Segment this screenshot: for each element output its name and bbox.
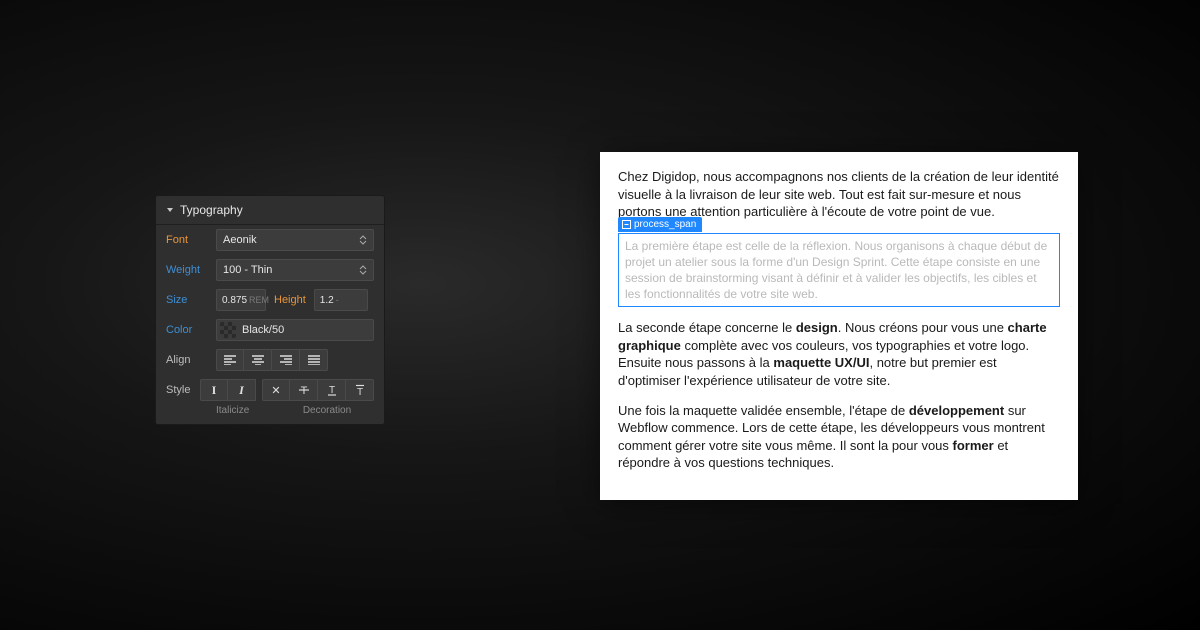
- overline-button[interactable]: T: [346, 379, 374, 401]
- strikethrough-button[interactable]: T: [290, 379, 318, 401]
- selected-element[interactable]: process_span La première étape est celle…: [618, 233, 1060, 308]
- align-center-button[interactable]: [244, 349, 272, 371]
- align-label: Align: [166, 354, 208, 366]
- strikethrough-icon: T: [298, 384, 310, 396]
- updown-icon: [359, 235, 367, 245]
- sublabel-italicize: Italicize: [216, 405, 280, 416]
- preview-paragraph-1: Chez Digidop, nous accompagnons nos clie…: [618, 168, 1060, 221]
- align-center-icon: [252, 355, 264, 365]
- style-group: I I ✕ T T T: [200, 379, 374, 401]
- underline-icon: T: [326, 384, 338, 396]
- align-justify-icon: [308, 355, 320, 365]
- size-label: Size: [166, 294, 208, 306]
- style-sublabels: Italicize Decoration: [156, 405, 384, 424]
- decoration-none-button[interactable]: ✕: [262, 379, 290, 401]
- selection-tag[interactable]: process_span: [618, 217, 702, 233]
- color-swatch-icon: [220, 322, 236, 338]
- weight-value: 100 - Thin: [223, 264, 272, 276]
- align-right-button[interactable]: [272, 349, 300, 371]
- weight-select[interactable]: 100 - Thin: [216, 259, 374, 281]
- align-right-icon: [280, 355, 292, 365]
- height-unit: -: [336, 295, 339, 305]
- svg-text:T: T: [356, 387, 362, 396]
- color-value: Black/50: [242, 324, 284, 336]
- italic-icon: I: [239, 383, 244, 398]
- height-number: 1.2: [320, 295, 334, 306]
- italic-button[interactable]: I: [228, 379, 256, 401]
- updown-icon: [359, 265, 367, 275]
- element-icon: [622, 220, 631, 229]
- align-justify-button[interactable]: [300, 349, 328, 371]
- color-label: Color: [166, 324, 208, 336]
- preview-paragraph-3: Une fois la maquette validée ensemble, l…: [618, 402, 1060, 472]
- align-left-icon: [224, 355, 236, 365]
- font-value: Aeonik: [223, 234, 257, 246]
- font-select[interactable]: Aeonik: [216, 229, 374, 251]
- size-unit: REM: [249, 295, 269, 305]
- font-label: Font: [166, 234, 208, 246]
- color-input[interactable]: Black/50: [216, 319, 374, 341]
- x-icon: ✕: [271, 384, 280, 397]
- italic-normal-icon: I: [212, 383, 217, 398]
- align-group: [216, 349, 374, 371]
- preview-panel: Chez Digidop, nous accompagnons nos clie…: [600, 152, 1078, 500]
- sublabel-decoration: Decoration: [280, 405, 374, 416]
- italic-normal-button[interactable]: I: [200, 379, 228, 401]
- selection-tag-label: process_span: [634, 218, 696, 232]
- size-input[interactable]: 0.875 REM: [216, 289, 266, 311]
- weight-label: Weight: [166, 264, 208, 276]
- typography-panel: Typography Font Aeonik Weight 100 - Thin…: [155, 195, 385, 425]
- align-left-button[interactable]: [216, 349, 244, 371]
- height-label: Height: [274, 294, 306, 306]
- underline-button[interactable]: T: [318, 379, 346, 401]
- panel-header[interactable]: Typography: [156, 196, 384, 225]
- style-label: Style: [166, 384, 192, 396]
- svg-text:T: T: [328, 385, 334, 396]
- panel-title: Typography: [180, 203, 243, 217]
- selected-text: La première étape est celle de la réflex…: [618, 233, 1060, 308]
- overline-icon: T: [354, 384, 366, 396]
- preview-paragraph-2: La seconde étape concerne le design. Nou…: [618, 319, 1060, 389]
- caret-down-icon: [166, 206, 174, 214]
- height-input[interactable]: 1.2 -: [314, 289, 368, 311]
- size-number: 0.875: [222, 295, 247, 306]
